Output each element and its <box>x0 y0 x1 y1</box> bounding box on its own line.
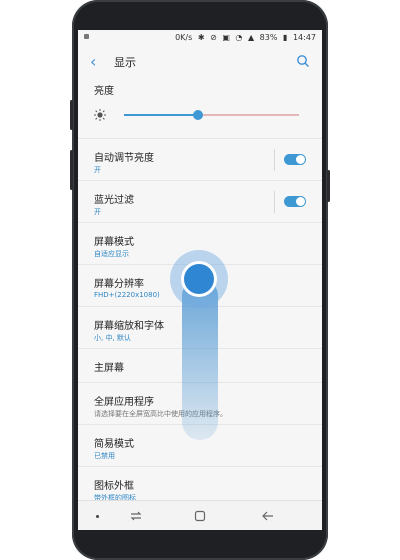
brightness-title: 亮度 <box>94 86 114 97</box>
mute-icon: ⊘ <box>210 33 217 42</box>
settings-row-subtitle: 小, 中, 默认 <box>94 334 131 342</box>
network-speed: 0K/s <box>175 33 193 42</box>
brightness-sun-icon <box>94 109 106 121</box>
volume-button <box>70 150 73 190</box>
brightness-slider-fill <box>124 114 198 116</box>
touch-indicator-dot <box>184 264 214 294</box>
toggle-switch[interactable] <box>284 154 306 165</box>
settings-row-label: 图标外框 <box>94 481 134 492</box>
brightness-slider[interactable] <box>124 110 299 120</box>
home-icon[interactable] <box>192 508 208 524</box>
settings-row[interactable]: 自动调节亮度开 <box>78 138 322 181</box>
settings-row-label: 简易模式 <box>94 439 134 450</box>
settings-row[interactable]: 蓝光过滤开 <box>78 180 322 223</box>
wifi-icon: ◔ <box>235 33 243 42</box>
back-arrow-icon[interactable] <box>260 508 276 524</box>
settings-row-subtitle: FHD+(2220x1080) <box>94 291 160 299</box>
settings-row-label: 全屏应用程序 <box>94 397 154 408</box>
status-right: 0K/s ✱ ⊘ ▣ ◔ ▲ 83% ▮ 14:47 <box>172 33 316 42</box>
nav-dot-indicator <box>96 515 99 518</box>
signal-icon: ▲ <box>247 33 255 42</box>
navigation-bar <box>78 500 322 530</box>
bixby-button <box>70 100 73 130</box>
settings-row-label: 屏幕分辨率 <box>94 279 144 290</box>
settings-row-subtitle: 自适应显示 <box>94 250 129 258</box>
brightness-slider-thumb[interactable] <box>192 110 203 120</box>
row-divider <box>274 149 275 171</box>
power-button <box>327 170 330 202</box>
row-divider <box>274 191 275 213</box>
settings-row-label: 主屏幕 <box>94 363 124 374</box>
toggle-knob <box>296 155 305 164</box>
settings-row[interactable]: 图标外框 带外框的图标 <box>78 466 322 502</box>
battery-icon: ▮ <box>282 33 288 42</box>
toggle-switch[interactable] <box>284 196 306 207</box>
settings-row-label: 屏幕缩放和字体 <box>94 321 164 332</box>
page-title: 显示 <box>114 56 136 69</box>
recents-icon[interactable] <box>128 508 144 524</box>
toggle-knob <box>296 197 305 206</box>
settings-row-subtitle: 已禁用 <box>94 452 115 460</box>
settings-row-label: 自动调节亮度 <box>94 153 154 164</box>
nfc-icon: ▣ <box>222 33 230 42</box>
status-bar: 0K/s ✱ ⊘ ▣ ◔ ▲ 83% ▮ 14:47 <box>78 30 322 46</box>
battery-percent: 83% <box>259 33 278 42</box>
app-bar: ‹ 显示 <box>78 46 322 76</box>
search-icon[interactable] <box>296 54 310 68</box>
clock: 14:47 <box>292 33 316 42</box>
settings-row-subtitle: 开 <box>94 208 101 216</box>
settings-row-label: 屏幕模式 <box>94 237 134 248</box>
bluetooth-icon: ✱ <box>197 33 205 42</box>
settings-row-label: 蓝光过滤 <box>94 195 134 206</box>
settings-row-subtitle: 开 <box>94 166 101 174</box>
notification-icon <box>84 34 89 39</box>
back-chevron-icon[interactable]: ‹ <box>90 52 96 71</box>
